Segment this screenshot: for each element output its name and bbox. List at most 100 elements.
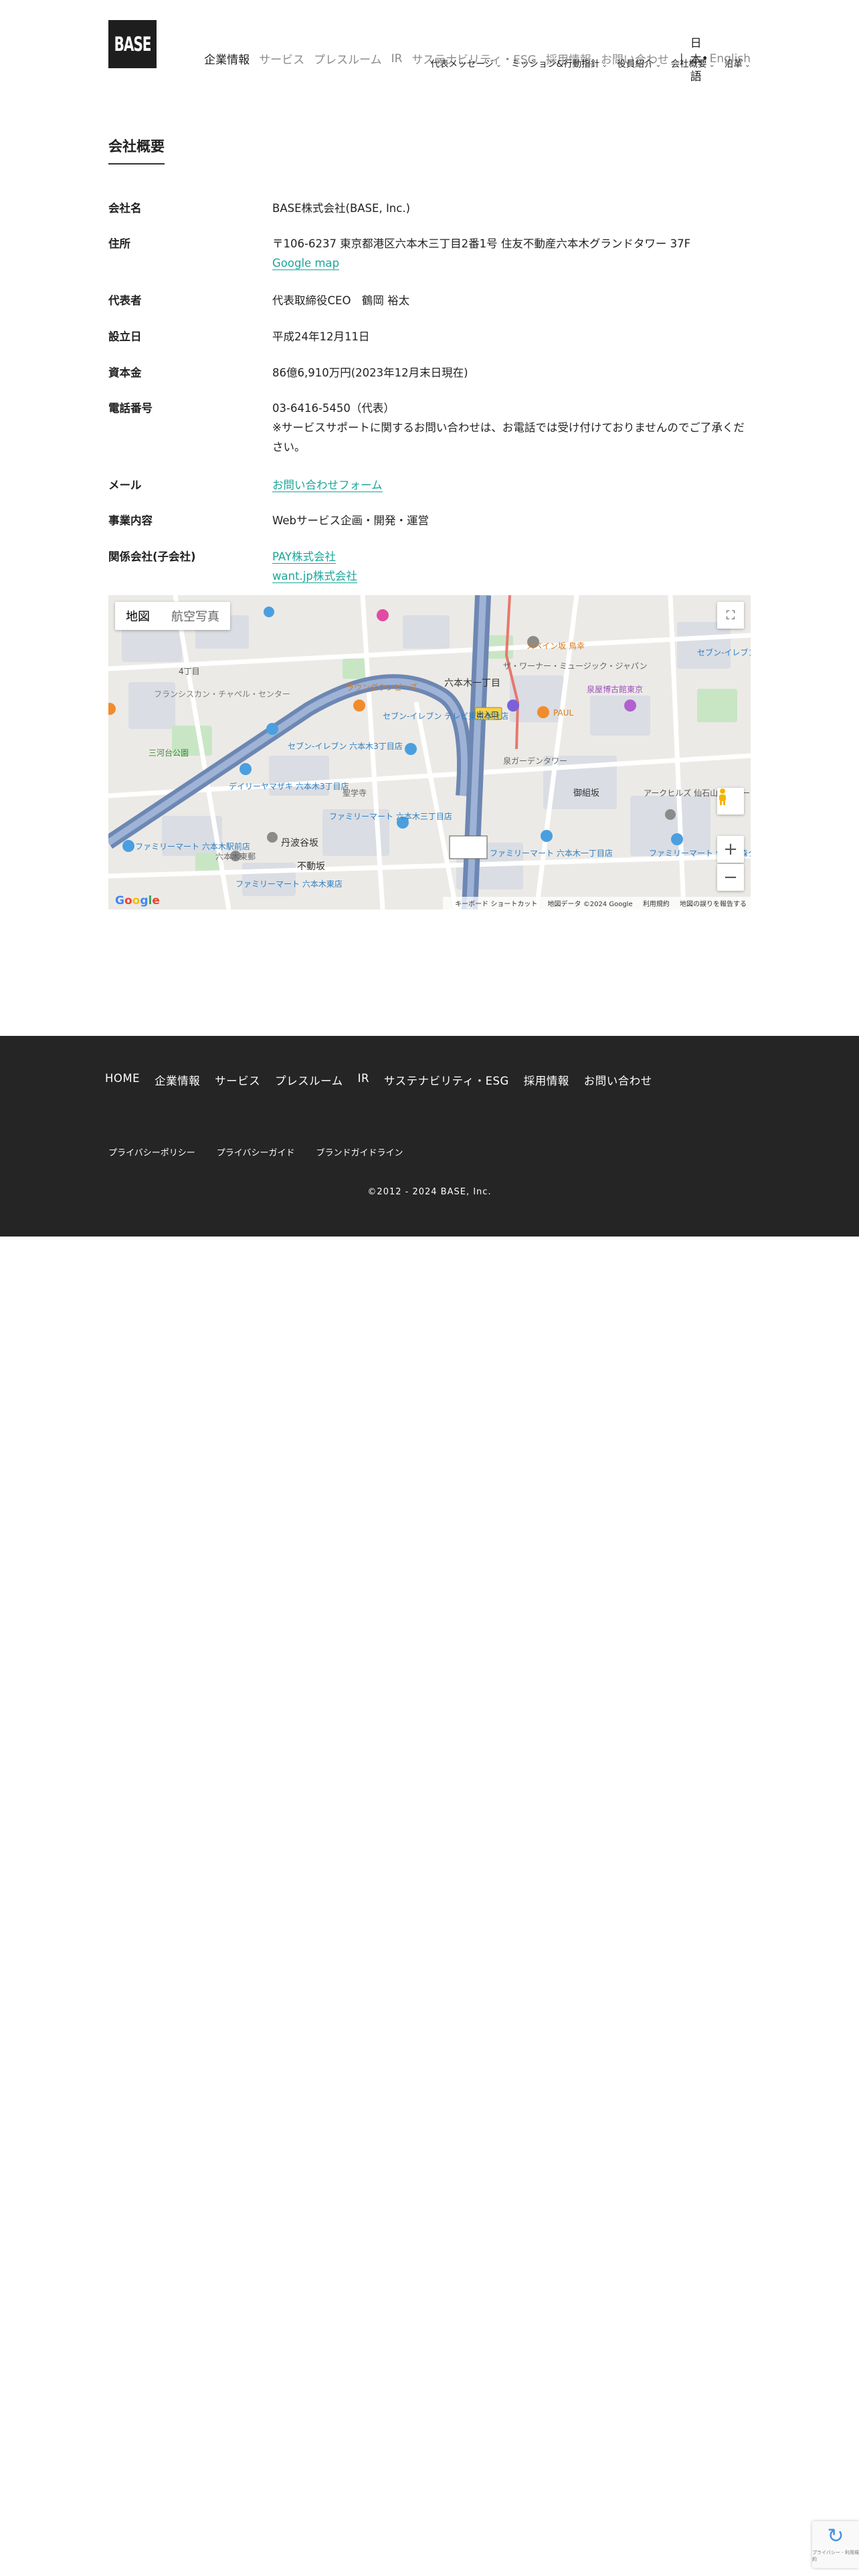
nav-item-pressroom[interactable]: プレスルーム <box>314 50 382 67</box>
info-label: 設立日 <box>108 330 142 343</box>
map-label-seven3: セブン-イレブン <box>697 647 751 657</box>
map-label-fudouzaka: 不動坂 <box>297 861 325 872</box>
title-underline <box>108 163 165 165</box>
info-label: 資本金 <box>108 366 142 379</box>
privacy-guide-link[interactable]: プライバシーガイド <box>217 1146 295 1158</box>
page-title: 会社概要 <box>108 138 165 154</box>
chevron-down-icon: ⌄ <box>601 60 608 69</box>
chevron-down-icon: ⌄ <box>495 60 502 69</box>
recaptcha-badge[interactable]: ↻ プライバシー - 利用規約 <box>812 2521 859 2568</box>
info-value: BASE株式会社(BASE, Inc.) <box>272 202 411 215</box>
footer-nav-contact[interactable]: お問い合わせ <box>584 1072 652 1088</box>
chevron-down-icon: ⌄ <box>708 60 715 69</box>
map-label-family4: ファミリーマート 六本木東店 <box>235 879 343 889</box>
copyright: ©2012 - 2024 BASE, Inc. <box>367 1187 492 1197</box>
map-label-4chome: 4丁目 <box>179 667 200 676</box>
map-label-exit: 出入口 <box>476 710 498 719</box>
privacy-policy-link[interactable]: プライバシーポリシー <box>108 1146 195 1158</box>
info-label: 関係会社(子会社) <box>108 550 196 563</box>
zoom-in-button[interactable]: + <box>717 836 744 863</box>
map-terms-link[interactable]: 利用規約 <box>643 901 670 908</box>
info-value: 代表取締役CEO 鶴岡 裕太 <box>272 294 410 307</box>
subnav-label: 会社概要 <box>670 59 707 70</box>
info-label: メール <box>108 479 142 492</box>
info-value: Webサービス企画・開発・運営 <box>272 514 429 527</box>
map-tab-map[interactable]: 地図 <box>115 602 161 630</box>
map-type-tabs: 地図 航空写真 <box>115 602 230 630</box>
info-label: 住所 <box>108 237 130 250</box>
map-label-downtown: ラウンダウンビーズ <box>346 682 417 692</box>
keyboard-shortcuts-link[interactable]: キーボード ショートカット <box>455 901 537 908</box>
map-label-family1: ファミリーマート 六本木三丁目店 <box>329 812 452 821</box>
info-value: 〒106-6237 東京都港区六本木三丁目2番1号 住友不動産六本木グランドタワ… <box>272 237 691 250</box>
map-label-chapel: フランシスカン・チャペル・センター <box>154 689 290 699</box>
map-attribution: キーボード ショートカット 地図データ ©2024 Google 利用規約 地図… <box>443 897 751 909</box>
sub-navigation: 代表メッセージ ⌄ ミッション&行動指針 ⌄ 役員紹介 ⌄ 会社概要 ⌄ 沿革 ⌄ <box>421 56 751 70</box>
contact-form-link[interactable]: お問い合わせフォーム <box>272 479 383 492</box>
map-tab-satellite[interactable]: 航空写真 <box>161 602 230 630</box>
nav-item-service[interactable]: サービス <box>259 50 304 67</box>
footer-navigation: HOME 企業情報 サービス プレスルーム IR サステナビリティ・ESG 採用… <box>105 1072 667 1088</box>
logo-text: BASE <box>114 32 152 56</box>
subnav-item-message[interactable]: 代表メッセージ ⌄ <box>431 56 502 70</box>
chevron-down-icon: ⌄ <box>744 60 751 69</box>
fullscreen-icon[interactable]: ⛶ <box>717 602 744 629</box>
recaptcha-icon: ↻ <box>827 2525 844 2548</box>
nav-item-company[interactable]: 企業情報 <box>204 50 250 67</box>
footer-policy-links: プライバシーポリシー プライバシーガイド ブランドガイドライン <box>108 1146 425 1158</box>
subnav-label: 役員紹介 <box>617 59 654 70</box>
map-canvas[interactable]: 六本木一丁目 三河台公園 4丁目 フランシスカン・チャペル・センター セブン-イ… <box>108 595 751 909</box>
google-logo: Google <box>115 894 160 907</box>
google-map-link[interactable]: Google map <box>272 257 340 270</box>
footer-nav-service[interactable]: サービス <box>215 1072 260 1088</box>
map-label-spain: スペイン坂 鳥幸 <box>527 641 585 651</box>
map-label-warner: ザ・ワーナー・ミュージック・ジャパン <box>503 661 648 671</box>
map-label-izumi: 泉ガーデンタワー <box>503 756 567 766</box>
brand-guideline-link[interactable]: ブランドガイドライン <box>316 1146 403 1158</box>
info-label: 電話番号 <box>108 402 153 415</box>
map-label-family3: ファミリーマート 六本木駅前店 <box>135 841 250 851</box>
subnav-label: 沿革 <box>724 59 743 70</box>
footer-nav-sustainability[interactable]: サステナビリティ・ESG <box>384 1072 509 1088</box>
map-label-roppongi: 六本木一丁目 <box>444 678 500 689</box>
map-label-seven2: セブン-イレブン 六本木3丁目店 <box>288 741 403 751</box>
map-label-daily: デイリーヤマザキ 六本木3丁目店 <box>229 781 349 791</box>
chevron-down-icon: ⌄ <box>655 60 662 69</box>
map-label-goshoin: 御組坂 <box>573 788 599 798</box>
nav-item-ir[interactable]: IR <box>391 52 403 66</box>
info-value: 平成24年12月11日 <box>272 330 370 343</box>
subnav-item-history[interactable]: 沿革 ⌄ <box>725 56 751 70</box>
subsidiary-wantjp-link[interactable]: want.jp株式会社 <box>272 570 357 583</box>
info-label: 事業内容 <box>108 514 153 527</box>
footer-nav-home[interactable]: HOME <box>105 1072 140 1088</box>
zoom-out-button[interactable]: − <box>717 864 744 891</box>
map-data-text: 地図データ ©2024 Google <box>547 901 633 908</box>
map-report-link[interactable]: 地図の誤りを報告する <box>680 901 747 908</box>
info-label: 会社名 <box>108 202 142 215</box>
google-map[interactable]: 六本木一丁目 三河台公園 4丁目 フランシスカン・チャペル・センター セブン-イ… <box>108 595 751 909</box>
map-label-roppongi-east: 六本木東郵 <box>215 852 256 861</box>
map-label-sumitomo: 泉屋博古館東京 <box>587 684 643 694</box>
base-logo[interactable]: BASE <box>108 20 157 68</box>
map-label-park: 三河台公園 <box>149 748 189 758</box>
phone-note: ※サービスサポートに関するお問い合わせは、お電話では受け付けておりませんのでご了… <box>272 421 745 453</box>
footer-nav-ir[interactable]: IR <box>358 1072 369 1088</box>
street-view-pegman-icon[interactable] <box>717 788 744 815</box>
map-label-kasumi: 聖学寺 <box>343 788 367 798</box>
footer: HOME 企業情報 サービス プレスルーム IR サステナビリティ・ESG 採用… <box>0 1036 859 1237</box>
footer-nav-recruit[interactable]: 採用情報 <box>524 1072 569 1088</box>
subnav-label: 代表メッセージ <box>430 59 494 70</box>
subnav-item-mission[interactable]: ミッション&行動指針 ⌄ <box>511 56 607 70</box>
subsidiary-pay-link[interactable]: PAY株式会社 <box>272 550 336 564</box>
info-value: 03-6416-5450（代表） <box>272 402 395 415</box>
recaptcha-text: プライバシー - 利用規約 <box>812 2550 859 2562</box>
info-label: 代表者 <box>108 294 142 307</box>
footer-nav-pressroom[interactable]: プレスルーム <box>275 1072 343 1088</box>
info-value: 86億6,910万円(2023年12月末日現在) <box>272 366 468 379</box>
subnav-label: ミッション&行動指針 <box>511 59 600 70</box>
subnav-item-officers[interactable]: 役員紹介 ⌄ <box>617 56 661 70</box>
footer-nav-company[interactable]: 企業情報 <box>155 1072 200 1088</box>
map-label-family2: ファミリーマート 六本木一丁目店 <box>490 849 613 858</box>
subnav-item-overview[interactable]: 会社概要 ⌄ <box>671 56 715 70</box>
map-label-tanbadani: 丹波谷坂 <box>281 838 318 849</box>
